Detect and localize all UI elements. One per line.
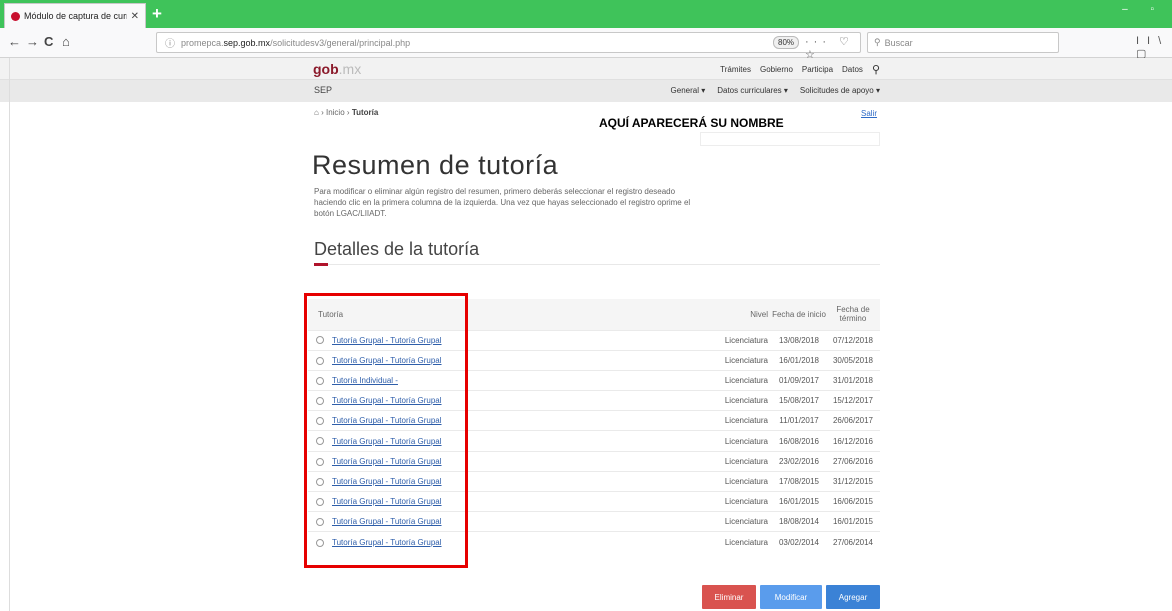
cell-nivel: Licenciatura <box>714 430 772 452</box>
cell-fecha-termino: 30/05/2018 <box>826 349 880 371</box>
sep-label[interactable]: SEP <box>314 85 332 95</box>
address-bar[interactable]: ⓘ promepca. sep.gob.mx/solicitudesv3/gene… <box>156 32 861 61</box>
library-icon[interactable]: II\ ▢ <box>1136 35 1172 60</box>
browser-tab[interactable]: Módulo de captura de curricul ✕ <box>4 3 146 28</box>
logout-link[interactable]: Salir <box>861 109 877 118</box>
url-host: sep.gob.mx <box>223 37 271 48</box>
breadcrumb: ⌂ › Inicio › Tutoría <box>314 108 379 117</box>
section-divider <box>314 264 880 265</box>
zoom-indicator[interactable]: 80% <box>773 36 800 49</box>
gob-mx-logo[interactable]: gob.mx <box>313 61 361 77</box>
section-title: Detalles de la tutoría <box>314 239 480 259</box>
cell-fecha-inicio: 17/08/2015 <box>772 470 826 492</box>
user-name: AQUÍ APARECERÁ SU NOMBRE <box>599 116 784 130</box>
cell-nivel: Licenciatura <box>714 531 772 553</box>
url-path: /solicitudesv3/general/principal.php <box>270 37 411 48</box>
cell-fecha-inicio: 01/09/2017 <box>772 369 826 391</box>
reload-icon[interactable]: C <box>44 34 53 49</box>
user-info-box <box>700 132 880 146</box>
cell-fecha-inicio: 13/08/2018 <box>772 329 826 351</box>
section-accent <box>314 263 328 266</box>
cell-fecha-termino: 27/06/2014 <box>826 531 880 553</box>
intro-text: Para modificar o eliminar algún registro… <box>314 187 691 218</box>
header-fecha-termino: Fecha de término <box>826 299 880 330</box>
cell-fecha-inicio: 11/01/2017 <box>772 410 826 431</box>
search-icon[interactable]: ⚲ <box>872 63 880 76</box>
cell-nivel: Licenciatura <box>714 410 772 431</box>
cell-nivel: Licenciatura <box>714 490 772 512</box>
cell-fecha-termino: 16/12/2016 <box>826 430 880 452</box>
nav-datos[interactable]: Datos <box>842 65 863 74</box>
nav-participa[interactable]: Participa <box>802 65 833 74</box>
home-icon[interactable]: ⌂ <box>62 34 70 49</box>
new-tab-button[interactable]: + <box>152 4 162 24</box>
cell-nivel: Licenciatura <box>714 349 772 371</box>
tab-title: Módulo de captura de curricul <box>24 11 127 21</box>
search-placeholder: Buscar <box>884 37 913 48</box>
top-nav: Trámites Gobierno Participa Datos ⚲ <box>720 63 880 76</box>
cell-nivel: Licenciatura <box>714 369 772 391</box>
cell-fecha-termino: 15/12/2017 <box>826 390 880 411</box>
cell-nivel: Licenciatura <box>714 470 772 492</box>
window-controls[interactable]: – ▫ <box>1122 4 1164 15</box>
page-left-border <box>9 58 10 611</box>
cell-fecha-termino: 26/06/2017 <box>826 410 880 431</box>
page-title: Resumen de tutoría <box>312 150 559 180</box>
menu-general[interactable]: General ▾ <box>671 86 706 95</box>
cell-fecha-inicio: 18/08/2014 <box>772 511 826 532</box>
cell-nivel: Licenciatura <box>714 390 772 411</box>
header-nivel: Nivel <box>714 299 772 330</box>
breadcrumb-inicio[interactable]: Inicio <box>326 108 345 117</box>
cell-fecha-inicio: 23/02/2016 <box>772 450 826 472</box>
home-icon[interactable]: ⌂ <box>314 108 319 117</box>
cell-fecha-inicio: 15/08/2017 <box>772 390 826 411</box>
cell-fecha-termino: 31/01/2018 <box>826 369 880 391</box>
eliminar-button[interactable]: Eliminar <box>702 585 756 609</box>
agregar-button[interactable]: Agregar <box>826 585 880 609</box>
cell-nivel: Licenciatura <box>714 329 772 351</box>
close-tab-icon[interactable]: ✕ <box>131 11 139 22</box>
header-fecha-inicio: Fecha de inicio <box>772 299 826 330</box>
cell-fecha-termino: 27/06/2016 <box>826 450 880 472</box>
breadcrumb-current: Tutoría <box>351 108 379 117</box>
nav-tramites[interactable]: Trámites <box>720 65 751 74</box>
sep-header: SEP General ▾ Datos curriculares ▾ Solic… <box>0 80 1172 102</box>
menu-solicitudes-apoyo[interactable]: Solicitudes de apoyo ▾ <box>800 86 880 95</box>
info-icon[interactable]: ⓘ <box>165 35 175 50</box>
modificar-button[interactable]: Modificar <box>760 585 822 609</box>
cell-nivel: Licenciatura <box>714 511 772 532</box>
sub-nav: General ▾ Datos curriculares ▾ Solicitud… <box>671 86 880 95</box>
browser-navbar: ← → C ⌂ ⓘ promepca. sep.gob.mx/solicitude… <box>0 28 1172 61</box>
cell-fecha-inicio: 16/08/2016 <box>772 430 826 452</box>
cell-nivel: Licenciatura <box>714 450 772 472</box>
cell-fecha-termino: 16/01/2015 <box>826 511 880 532</box>
menu-datos-curriculares[interactable]: Datos curriculares ▾ <box>717 86 788 95</box>
url-prefix: promepca. <box>181 37 224 48</box>
cell-fecha-termino: 16/06/2015 <box>826 490 880 512</box>
favicon-icon <box>11 11 20 21</box>
highlight-box <box>304 293 468 568</box>
cell-fecha-inicio: 16/01/2018 <box>772 349 826 371</box>
search-icon: ⚲ <box>874 37 881 47</box>
back-icon[interactable]: ← <box>8 34 21 49</box>
cell-fecha-termino: 07/12/2018 <box>826 329 880 351</box>
cell-fecha-termino: 31/12/2015 <box>826 470 880 492</box>
browser-search-input[interactable]: ⚲ Buscar <box>867 32 1059 53</box>
forward-icon[interactable]: → <box>26 34 39 49</box>
gob-header: gob.mx Trámites Gobierno Participa Datos… <box>0 58 1172 80</box>
cell-fecha-inicio: 03/02/2014 <box>772 531 826 553</box>
browser-titlebar: Módulo de captura de curricul ✕ + – ▫ <box>0 0 1172 28</box>
nav-gobierno[interactable]: Gobierno <box>760 65 793 74</box>
cell-fecha-inicio: 16/01/2015 <box>772 490 826 512</box>
